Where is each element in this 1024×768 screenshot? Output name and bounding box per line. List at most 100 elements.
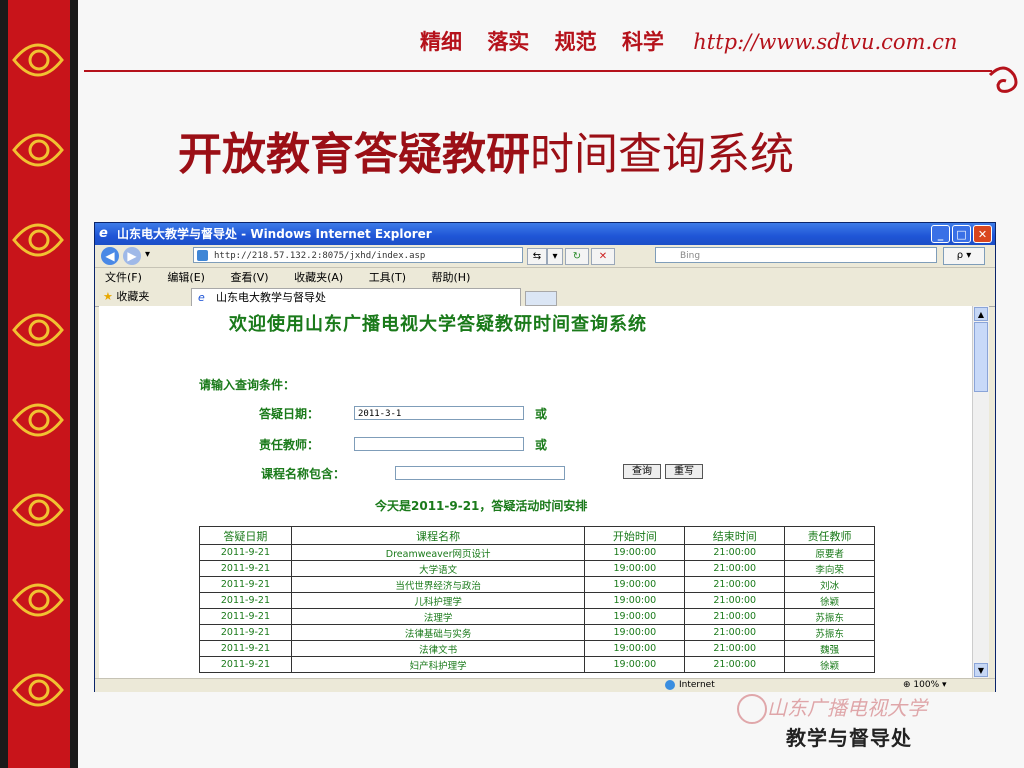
history-dropdown-icon[interactable]: ▾ xyxy=(145,249,150,260)
cell-teacher: 徐颖 xyxy=(784,656,875,673)
cell-end: 21:00:00 xyxy=(684,560,786,577)
column-header: 开始时间 xyxy=(584,526,686,545)
close-icon[interactable]: ✕ xyxy=(973,225,992,243)
menu-bar: 文件(F) 编辑(E) 查看(V) 收藏夹(A) 工具(T) 帮助(H) xyxy=(95,268,995,288)
cell-start: 19:00:00 xyxy=(584,576,686,593)
cell-end: 21:00:00 xyxy=(684,592,786,609)
cell-teacher: 魏强 xyxy=(784,640,875,657)
cell-end: 21:00:00 xyxy=(684,608,786,625)
table-row: 2011-9-21 大学语文 19:00:00 21:00:00 李向荣 xyxy=(199,560,875,577)
header-divider xyxy=(84,70,992,72)
favorites-label: 收藏夹 xyxy=(116,290,150,303)
maximize-icon[interactable]: □ xyxy=(952,225,971,243)
favorites-button[interactable]: ★ 收藏夹 xyxy=(103,289,149,305)
search-placeholder: Bing xyxy=(680,251,701,261)
cell-date: 2011-9-21 xyxy=(199,624,292,641)
cell-course: 法律文书 xyxy=(290,640,586,657)
new-tab-button[interactable] xyxy=(525,291,557,306)
search-button[interactable]: ρ ▾ xyxy=(943,247,985,265)
cell-date: 2011-9-21 xyxy=(199,640,292,657)
swirl-ornament-icon xyxy=(988,66,1018,93)
slide-title: 开放教育答疑教研时间查询系统 xyxy=(178,118,794,182)
course-input[interactable] xyxy=(395,466,565,480)
title-bold-part: 开放教育答疑教研 xyxy=(178,129,530,180)
cell-date: 2011-9-21 xyxy=(199,656,292,673)
refresh-icon[interactable]: ↻ xyxy=(565,248,589,265)
cell-date: 2011-9-21 xyxy=(199,592,292,609)
menu-edit[interactable]: 编辑(E) xyxy=(167,271,205,284)
cloud-pattern xyxy=(12,43,64,707)
cell-teacher: 苏振东 xyxy=(784,624,875,641)
cell-teacher: 徐颖 xyxy=(784,592,875,609)
cell-course: 法理学 xyxy=(290,608,586,625)
date-input[interactable]: 2011-3-1 xyxy=(354,406,524,420)
cell-course: Dreamweaver网页设计 xyxy=(290,544,586,561)
ie-icon: e xyxy=(198,291,205,304)
cell-course: 当代世界经济与政治 xyxy=(290,576,586,593)
teacher-input[interactable] xyxy=(354,437,524,451)
table-header-row: 答疑日期 课程名称 开始时间 结束时间 责任教师 xyxy=(199,526,875,545)
star-icon: ★ xyxy=(103,290,113,303)
teacher-label: 责任教师： xyxy=(259,438,320,452)
cell-start: 19:00:00 xyxy=(584,560,686,577)
cell-teacher: 李向荣 xyxy=(784,560,875,577)
menu-file[interactable]: 文件(F) xyxy=(105,271,142,284)
menu-favorites[interactable]: 收藏夹(A) xyxy=(294,271,343,284)
window-titlebar[interactable]: e 山东电大教学与督导处 - Windows Internet Explorer… xyxy=(95,223,995,245)
security-zone: Internet xyxy=(665,679,715,692)
slogan-word: 科学 xyxy=(621,29,664,54)
tab-current[interactable]: e 山东电大教学与督导处 xyxy=(191,288,521,306)
stop-icon[interactable]: ✕ xyxy=(591,248,615,265)
cell-teacher: 原要者 xyxy=(784,544,875,561)
search-input[interactable]: Bing xyxy=(655,247,937,263)
column-header: 结束时间 xyxy=(684,526,786,545)
back-icon[interactable]: ◀ xyxy=(101,247,119,265)
or-label: 或 xyxy=(535,407,548,421)
cell-date: 2011-9-21 xyxy=(199,544,292,561)
page-content: 欢迎使用山东广播电视大学答疑教研时间查询系统 请输入查询条件： 答疑日期： 20… xyxy=(99,306,972,678)
university-logo: 山东广播电视大学 xyxy=(767,696,927,720)
cell-date: 2011-9-21 xyxy=(199,576,292,593)
compat-icon[interactable]: ⇆ xyxy=(527,248,547,265)
cell-course: 大学语文 xyxy=(290,560,586,577)
slogan-word: 落实 xyxy=(487,29,530,54)
tab-bar: ★ 收藏夹 e 山东电大教学与督导处 xyxy=(95,288,995,307)
site-url: http://www.sdtvu.com.cn xyxy=(693,30,958,54)
cell-end: 21:00:00 xyxy=(684,640,786,657)
band-edge-left xyxy=(0,0,8,768)
address-text: http://218.57.132.2:8075/jxhd/index.asp xyxy=(214,251,426,261)
cell-teacher: 苏振东 xyxy=(784,608,875,625)
zoom-control[interactable]: ⊕ 100% ▾ xyxy=(903,679,947,692)
query-prompt: 请输入查询条件： xyxy=(199,378,296,392)
cell-course: 儿科护理学 xyxy=(290,592,586,609)
minimize-icon[interactable]: _ xyxy=(931,225,950,243)
cell-course: 妇产科护理学 xyxy=(290,656,586,673)
globe-icon xyxy=(665,680,675,690)
scroll-thumb[interactable] xyxy=(974,322,988,392)
window-title: 山东电大教学与督导处 - Windows Internet Explorer xyxy=(117,227,432,241)
slogan-header: 精细 落实 规范 科学 http://www.sdtvu.com.cn xyxy=(420,26,957,56)
cell-end: 21:00:00 xyxy=(684,624,786,641)
menu-tools[interactable]: 工具(T) xyxy=(369,271,406,284)
query-button[interactable]: 查询 xyxy=(623,464,661,479)
menu-help[interactable]: 帮助(H) xyxy=(432,271,471,284)
scroll-up-icon[interactable]: ▲ xyxy=(974,307,988,321)
menu-view[interactable]: 查看(V) xyxy=(230,271,268,284)
ie-icon: e xyxy=(99,226,108,241)
course-label: 课程名称包含： xyxy=(261,467,346,481)
scroll-down-icon[interactable]: ▼ xyxy=(974,663,988,677)
compat-dropdown-icon[interactable]: ▾ xyxy=(547,248,563,265)
title-rest-part: 时间查询系统 xyxy=(530,129,794,180)
browser-window: e 山东电大教学与督导处 - Windows Internet Explorer… xyxy=(94,222,996,692)
table-row: 2011-9-21 Dreamweaver网页设计 19:00:00 21:00… xyxy=(199,544,875,561)
cell-start: 19:00:00 xyxy=(584,608,686,625)
or-label: 或 xyxy=(535,438,548,452)
reset-button[interactable]: 重写 xyxy=(665,464,703,479)
cell-start: 19:00:00 xyxy=(584,656,686,673)
address-input[interactable]: http://218.57.132.2:8075/jxhd/index.asp xyxy=(193,247,523,263)
column-header: 答疑日期 xyxy=(199,526,292,545)
vertical-scrollbar[interactable]: ▲ ▼ xyxy=(972,306,989,678)
schedule-table: 答疑日期 课程名称 开始时间 结束时间 责任教师 2011-9-21 Dream… xyxy=(199,526,875,673)
page-icon xyxy=(197,250,208,261)
forward-icon[interactable]: ▶ xyxy=(123,247,141,265)
